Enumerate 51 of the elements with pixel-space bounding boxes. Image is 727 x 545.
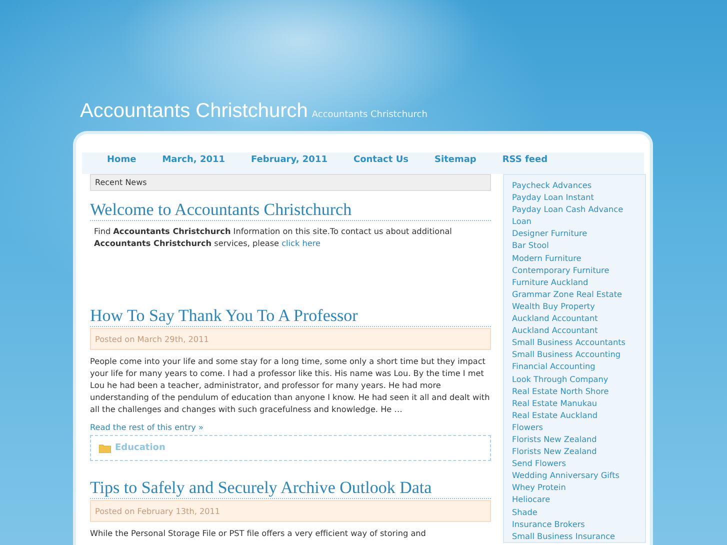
- nav-link[interactable]: February, 2011: [238, 155, 340, 165]
- post-excerpt: While the Personal Storage File or PST file offers a very efficient way of storing and: [90, 527, 427, 539]
- sidebar-link[interactable]: Small Business Accountants: [512, 336, 645, 348]
- nav-link[interactable]: March, 2011: [149, 155, 238, 165]
- nav-link[interactable]: Sitemap: [422, 155, 490, 165]
- nav-link[interactable]: RSS feed: [489, 155, 561, 165]
- sidebar-link[interactable]: Furniture Auckland: [512, 276, 645, 288]
- sidebar-link[interactable]: Heliocare: [512, 493, 645, 506]
- sidebar-link[interactable]: Send Flowers: [512, 457, 645, 470]
- sidebar-link[interactable]: Look Through Company: [512, 372, 645, 385]
- read-more-link[interactable]: Read the rest of this entry »: [90, 421, 204, 433]
- nav-link[interactable]: Contact Us: [340, 155, 422, 165]
- sidebar-link[interactable]: Bar Stool: [512, 239, 645, 252]
- post-title[interactable]: How To Say Thank You To A Professor: [90, 306, 491, 327]
- sidebar-link[interactable]: Shade: [512, 506, 645, 518]
- sidebar-link[interactable]: Payday Loan Instant: [512, 191, 645, 204]
- sidebar-link[interactable]: Wealth Buy Property: [512, 300, 645, 312]
- sidebar-link[interactable]: Designer Furniture: [512, 227, 645, 240]
- sidebar-link[interactable]: Whey Protein: [512, 481, 645, 494]
- sidebar-link[interactable]: Contemporary Furniture: [512, 264, 645, 276]
- sidebar-link[interactable]: Modern Furniture: [512, 252, 645, 264]
- post-title[interactable]: Tips to Safely and Securely Archive Outlook Data: [90, 478, 491, 499]
- sidebar-link[interactable]: Auckland Accountant: [512, 324, 645, 336]
- sidebar-link[interactable]: Florists New Zealand: [512, 432, 645, 446]
- post-excerpt: People come into your life and some stay for a long time, some only a short time but they impact your life for many years to come. I had a professor like this. His name was Lou. By the time I met Lou he had been a teacher, administrator, and professor for many years. He had more understanding of the pendulum of education than anyone I know. He had seen it all and dealt with all the challenges and changes with such gracefulness and knowledge. He …: [90, 355, 491, 415]
- sidebar-link[interactable]: Paycheck Advances: [512, 179, 645, 192]
- category-link[interactable]: Education: [115, 443, 166, 453]
- sidebar-link[interactable]: Florists New Zealand: [512, 445, 645, 458]
- post-title[interactable]: Welcome to Accountants Christchurch: [90, 200, 491, 221]
- sidebar-link[interactable]: Real Estate Manukau: [512, 396, 645, 409]
- sidebar-link[interactable]: Auckland Accountant: [512, 312, 645, 324]
- folder-icon: [99, 444, 111, 452]
- sidebar-link[interactable]: Grammar Zone Real Estate: [512, 288, 645, 300]
- sidebar-link[interactable]: Wedding Anniversary Gifts: [512, 469, 645, 482]
- contact-link[interactable]: click here: [282, 238, 321, 248]
- sidebar-link[interactable]: Payday Loan Cash Advance: [512, 203, 645, 216]
- sidebar-link[interactable]: Small Business Accounting: [512, 348, 645, 360]
- sidebar-link[interactable]: Real Estate North Shore: [512, 384, 645, 397]
- intro-text: Find Accountants Christchurch Information on this site.To contact us about additional Accountants Christchurch services, please click here: [93, 225, 453, 249]
- nav-link[interactable]: Home: [94, 155, 150, 165]
- site-tagline: Accountants Christchurch: [312, 110, 428, 120]
- sidebar-link[interactable]: Real Estate Auckland: [512, 408, 645, 421]
- post-date: Posted on March 29th, 2011: [90, 328, 491, 350]
- post-date: Posted on February 13th, 2011: [90, 500, 491, 522]
- sidebar-link[interactable]: Financial Accounting: [512, 360, 645, 372]
- sidebar-link[interactable]: Loan: [512, 215, 645, 228]
- sidebar-link[interactable]: Small Business Insurance: [512, 530, 645, 542]
- sidebar-link[interactable]: Flowers: [512, 420, 645, 433]
- recent-news-bar: Recent News: [90, 174, 491, 191]
- sidebar-link[interactable]: Insurance Brokers: [512, 518, 645, 530]
- site-title[interactable]: Accountants Christchurch: [80, 100, 308, 123]
